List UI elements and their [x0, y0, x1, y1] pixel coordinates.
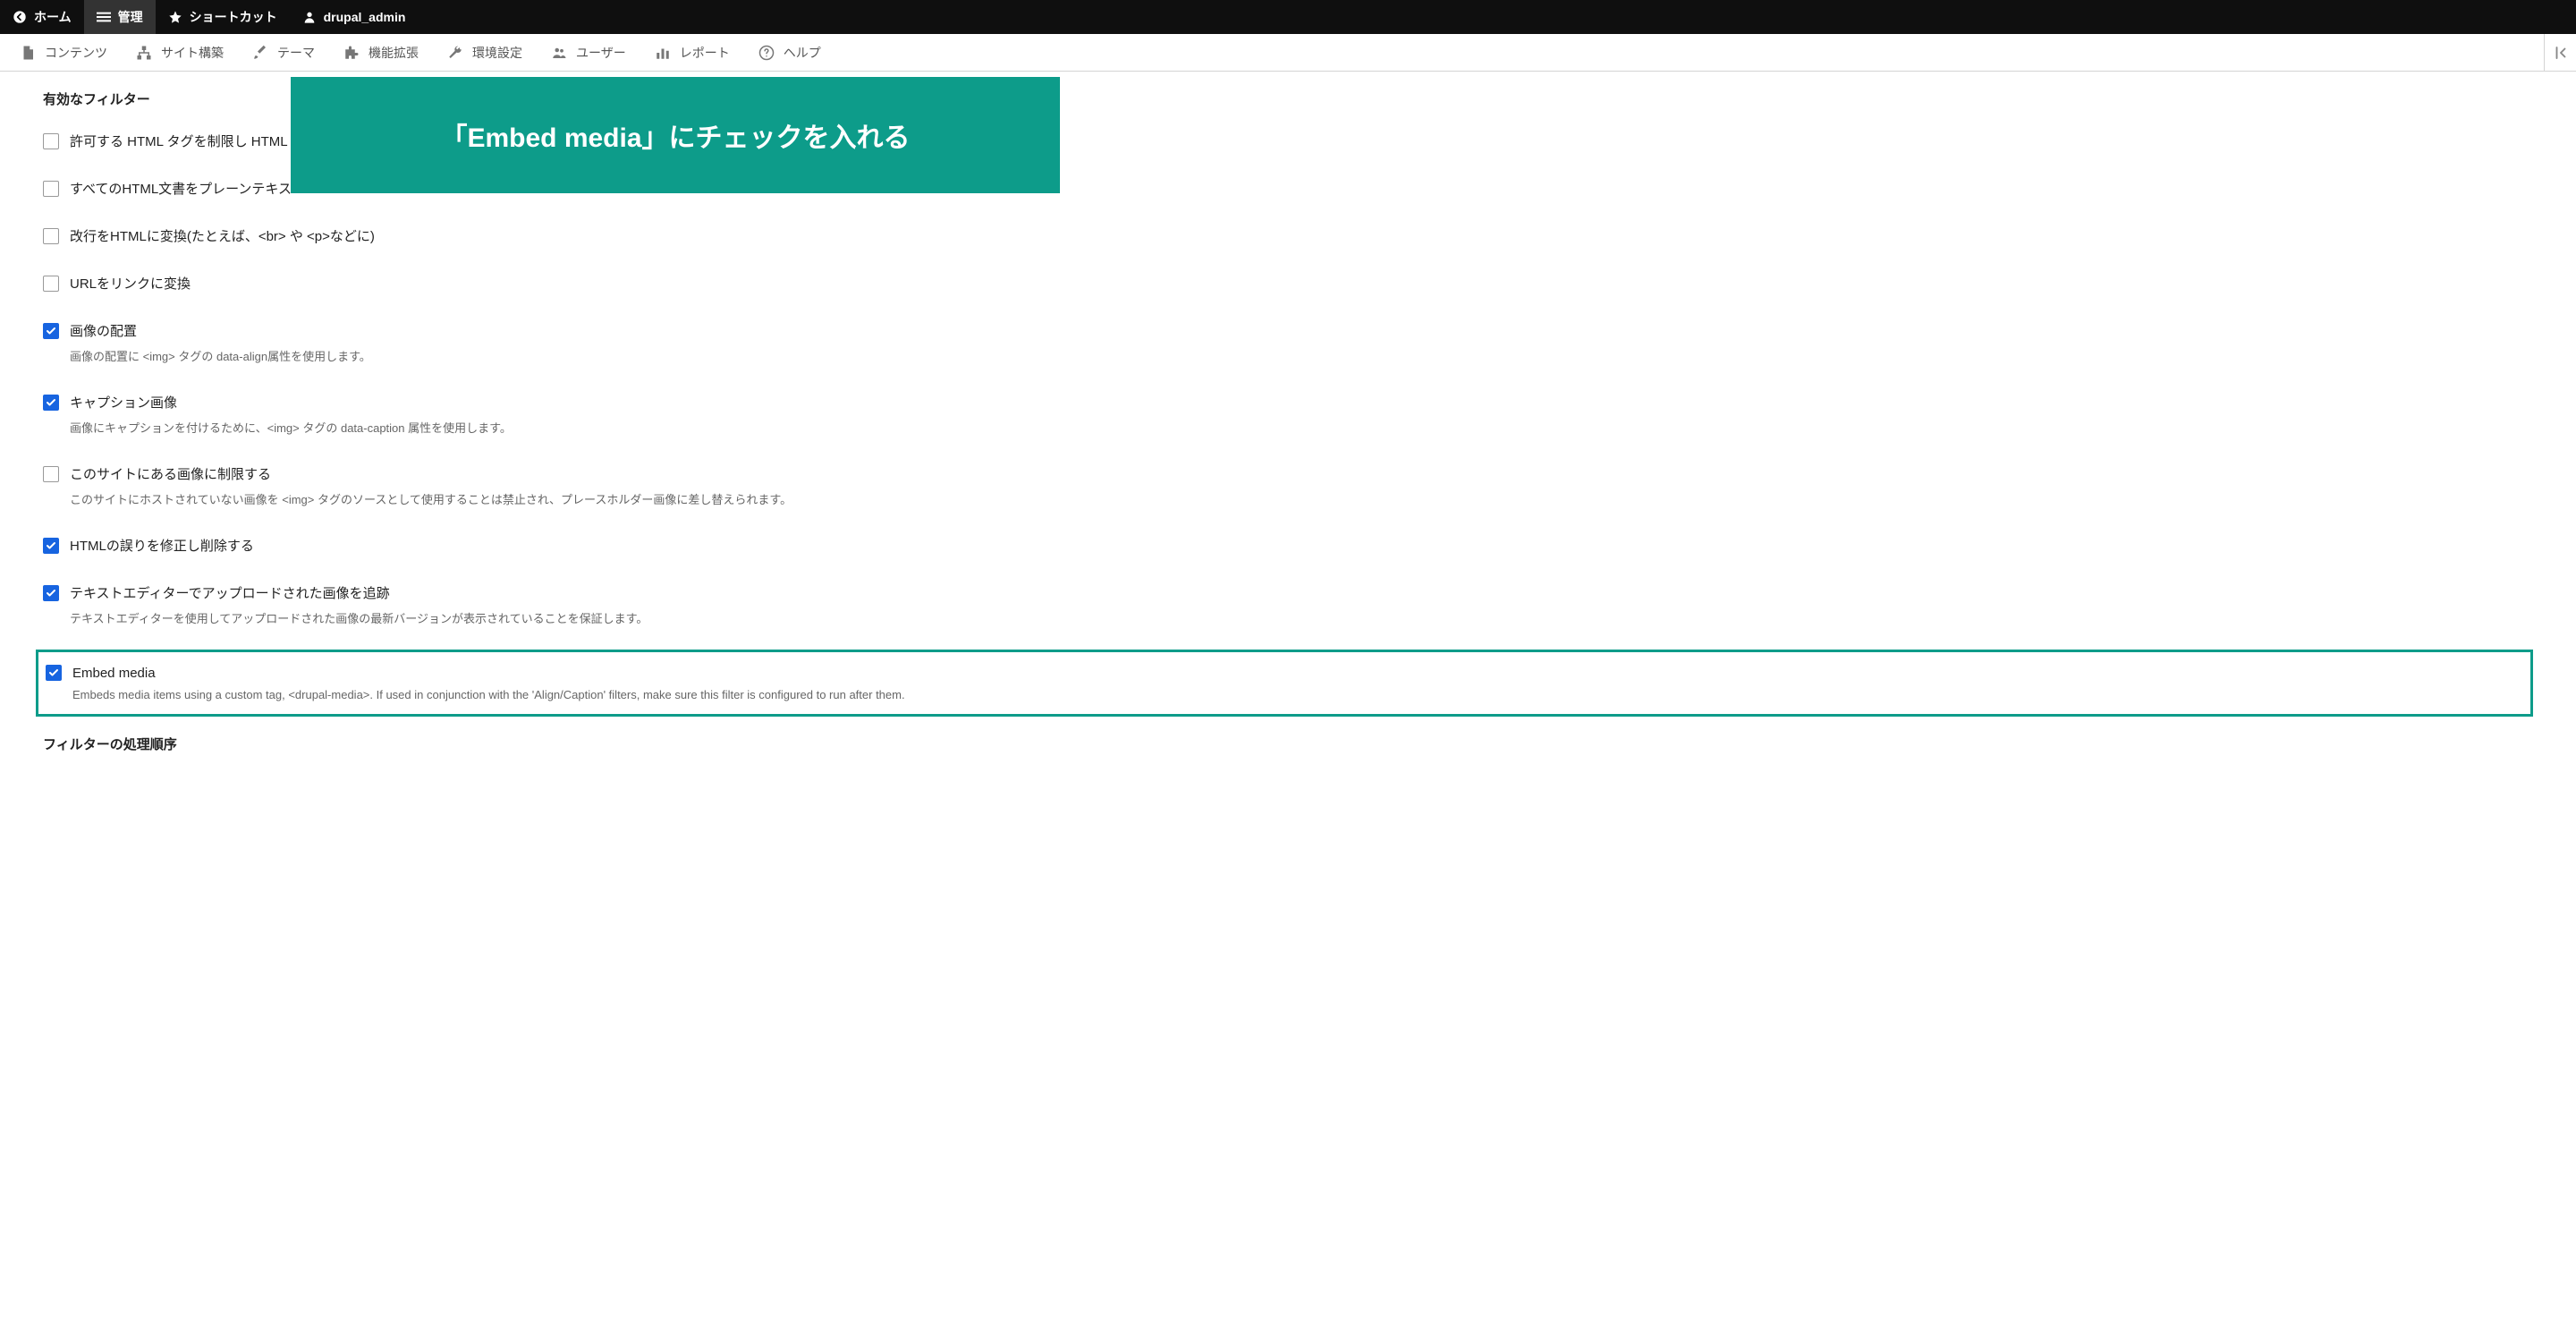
filter-checkbox[interactable] — [43, 395, 59, 411]
help-icon — [758, 45, 775, 61]
processing-order-heading: フィルターの処理順序 — [43, 735, 2533, 753]
admin-menu-structure[interactable]: サイト構築 — [122, 34, 238, 71]
highlighted-filter: Embed media Embeds media items using a c… — [36, 650, 2533, 717]
filter-list: 許可する HTML タグを制限し HTML すべてのHTML文書をプレーンテキス… — [43, 126, 2533, 729]
star-icon — [168, 10, 182, 24]
filter-description: 画像の配置に <img> タグの data-align属性を使用します。 — [70, 347, 2533, 364]
filter-label: 改行をHTMLに変換(たとえば、<br> や <p>などに) — [70, 226, 375, 245]
filter-checkbox[interactable] — [43, 181, 59, 197]
admin-menu-people-label: ユーザー — [576, 44, 626, 62]
callout-banner: 「Embed media」にチェックを入れる — [291, 77, 1060, 193]
admin-menu-config[interactable]: 環境設定 — [433, 34, 537, 71]
admin-menu-help-label: ヘルプ — [784, 44, 821, 62]
toolbar-user-label: drupal_admin — [324, 10, 406, 24]
hamburger-icon — [97, 10, 111, 24]
admin-menu: コンテンツ サイト構築 テーマ 機能拡張 環境設定 ユーザー レポート — [0, 34, 2576, 72]
collapse-icon — [2553, 45, 2569, 61]
callout-text: 「Embed media」にチェックを入れる — [440, 115, 910, 155]
puzzle-icon — [343, 45, 360, 61]
filter-item: テキストエディターでアップロードされた画像を追跡 テキストエディターを使用してア… — [43, 578, 2533, 642]
collapse-toolbar-button[interactable] — [2544, 34, 2576, 71]
user-icon — [302, 10, 317, 24]
filter-label: テキストエディターでアップロードされた画像を追跡 — [70, 583, 390, 602]
toolbar-back-home[interactable]: ホーム — [0, 0, 84, 34]
filter-item: このサイトにある画像に制限する このサイトにホストされていない画像を <img>… — [43, 459, 2533, 523]
filter-label: すべてのHTML文書をプレーンテキス — [70, 179, 292, 198]
filter-item: URLをリンクに変換 — [43, 268, 2533, 309]
filter-label: このサイトにある画像に制限する — [70, 464, 271, 483]
admin-menu-appearance[interactable]: テーマ — [238, 34, 329, 71]
toolbar-home-label: ホーム — [34, 8, 72, 26]
chart-icon — [655, 45, 671, 61]
filter-item: HTMLの誤りを修正し削除する — [43, 531, 2533, 571]
filter-item: 画像の配置 画像の配置に <img> タグの data-align属性を使用しま… — [43, 316, 2533, 380]
admin-menu-content-label: コンテンツ — [45, 44, 107, 62]
filter-item: キャプション画像 画像にキャプションを付けるために、<img> タグの data… — [43, 387, 2533, 452]
filter-item-embed-media: Embed media Embeds media items using a c… — [38, 661, 2523, 705]
admin-menu-people[interactable]: ユーザー — [537, 34, 640, 71]
admin-menu-reports[interactable]: レポート — [640, 34, 744, 71]
brush-icon — [252, 45, 268, 61]
back-icon — [13, 10, 27, 24]
filter-label: 画像の配置 — [70, 321, 137, 340]
wrench-icon — [447, 45, 463, 61]
filter-checkbox-embed-media[interactable] — [46, 665, 62, 681]
admin-menu-extend[interactable]: 機能拡張 — [329, 34, 433, 71]
filter-checkbox[interactable] — [43, 133, 59, 149]
admin-menu-extend-label: 機能拡張 — [369, 44, 419, 62]
filter-label: URLをリンクに変換 — [70, 274, 191, 293]
filter-label: Embed media — [72, 666, 156, 681]
filter-description: 画像にキャプションを付けるために、<img> タグの data-caption … — [70, 419, 2533, 436]
people-icon — [551, 45, 567, 61]
filter-description: このサイトにホストされていない画像を <img> タグのソースとして使用すること… — [70, 490, 2533, 507]
admin-menu-structure-label: サイト構築 — [161, 44, 224, 62]
filter-item: 改行をHTMLに変換(たとえば、<br> や <p>などに) — [43, 221, 2533, 261]
filter-checkbox[interactable] — [43, 466, 59, 482]
top-toolbar: ホーム 管理 ショートカット drupal_admin — [0, 0, 2576, 34]
toolbar-shortcut-label: ショートカット — [190, 8, 277, 26]
document-icon — [20, 45, 36, 61]
filter-checkbox[interactable] — [43, 276, 59, 292]
admin-menu-help[interactable]: ヘルプ — [744, 34, 835, 71]
filter-checkbox[interactable] — [43, 323, 59, 339]
structure-icon — [136, 45, 152, 61]
admin-menu-appearance-label: テーマ — [277, 44, 315, 62]
filter-label: キャプション画像 — [70, 393, 177, 412]
filter-checkbox[interactable] — [43, 228, 59, 244]
toolbar-shortcut[interactable]: ショートカット — [156, 0, 290, 34]
filter-label: HTMLの誤りを修正し削除する — [70, 536, 254, 555]
filter-checkbox[interactable] — [43, 538, 59, 554]
admin-menu-content[interactable]: コンテンツ — [5, 34, 122, 71]
filter-label: 許可する HTML タグを制限し HTML — [70, 132, 288, 150]
toolbar-user[interactable]: drupal_admin — [290, 0, 419, 34]
admin-menu-config-label: 環境設定 — [472, 44, 522, 62]
admin-menu-reports-label: レポート — [680, 44, 730, 62]
filter-checkbox[interactable] — [43, 585, 59, 601]
toolbar-manage-label: 管理 — [118, 8, 143, 26]
toolbar-manage[interactable]: 管理 — [84, 0, 156, 34]
filter-description: Embeds media items using a custom tag, <… — [72, 688, 2523, 701]
filter-description: テキストエディターを使用してアップロードされた画像の最新バージョンが表示されてい… — [70, 609, 2533, 626]
